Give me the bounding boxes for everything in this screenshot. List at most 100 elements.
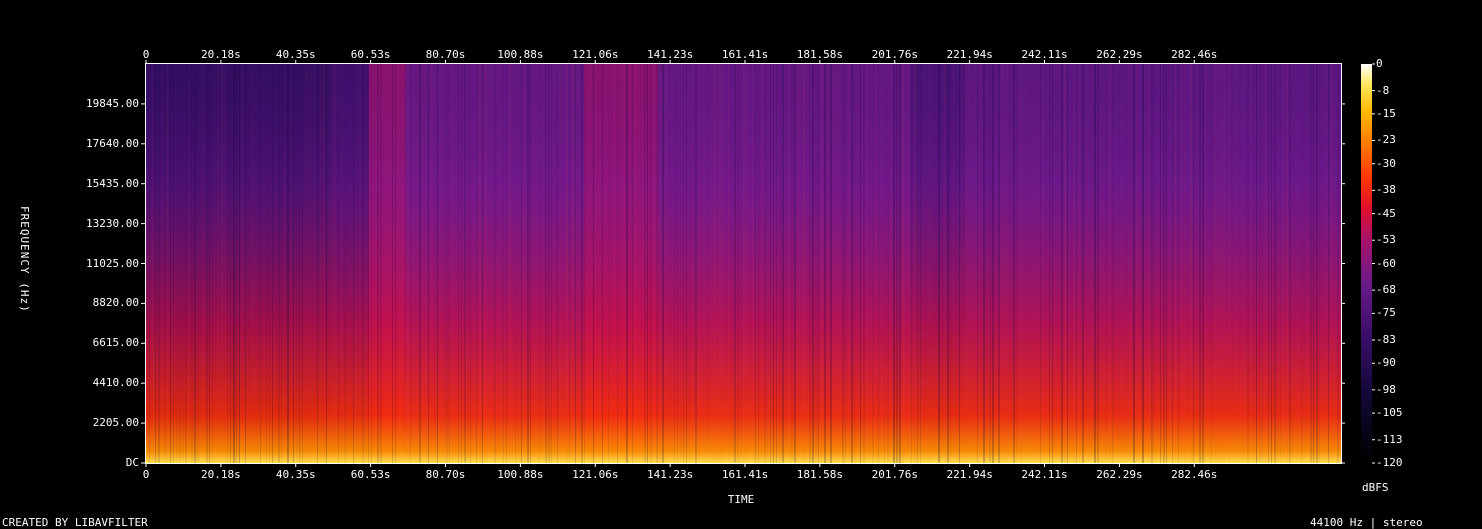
spectrogram-stripe (296, 64, 297, 463)
spectrogram-stripe (698, 64, 700, 463)
spectrogram-stripe (800, 64, 801, 463)
x-tick-label-top: 20.18s (201, 48, 241, 61)
x-tick-label-bottom: 242.11s (1021, 468, 1068, 481)
spectrogram-stripe (200, 64, 201, 463)
y-tick-label: 2205.00 (92, 416, 139, 430)
spectrogram-stripe (380, 64, 382, 463)
spectrogram-stripe (476, 64, 477, 463)
spectrogram-stripe (218, 64, 219, 463)
x-tick-label-top: 141.23s (646, 48, 694, 61)
spectrogram-stripe (227, 64, 228, 463)
spectrogram-stripe (872, 64, 874, 463)
spectrogram-stripe (1325, 64, 1327, 463)
spectrogram-stripe (203, 64, 204, 463)
spectrogram-stripe (920, 64, 921, 463)
spectrogram-stripe (575, 64, 576, 463)
spectrogram-stripe (839, 64, 840, 463)
spectrogram-stripe (785, 64, 786, 463)
spectrogram-stripe (293, 64, 294, 463)
spectrogram-stripe (1304, 64, 1306, 463)
spectrogram-stripe (362, 64, 364, 463)
spectrogram-stripe (1250, 64, 1251, 463)
spectrogram-stripe (506, 64, 507, 463)
spectrogram-stripe (890, 64, 891, 463)
spectrogram-stripe (803, 64, 805, 463)
spectrogram-stripe (1322, 64, 1323, 463)
spectrogram-stripe (272, 64, 273, 463)
spectrogram-stripe (704, 64, 706, 463)
spectrogram-stripe (215, 64, 216, 463)
spectrogram-stripe (182, 64, 184, 463)
spectrogram-stripe (1067, 64, 1068, 463)
spectrogram-stripe (1079, 64, 1080, 463)
spectrogram-stripe (1115, 64, 1116, 463)
spectrogram-stripe (1064, 64, 1066, 463)
spectrogram-stripe (524, 64, 525, 463)
spectrogram-stripe (518, 64, 519, 463)
spectrogram-stripe (500, 64, 502, 463)
spectrogram-stripe (260, 64, 261, 463)
spectrogram-stripe (623, 64, 625, 463)
colorbar-tick-label: -68 (1376, 283, 1396, 297)
spectrogram-stripe (620, 64, 621, 463)
spectrogram-stripe (1337, 64, 1339, 463)
spectrogram-stripe (1157, 64, 1158, 463)
spectrogram-stripe (788, 64, 790, 463)
spectrogram-stripe (1139, 64, 1141, 463)
spectrogram-stripe (224, 64, 226, 463)
spectrogram-stripe (398, 64, 400, 463)
spectrogram-stripe (758, 64, 759, 463)
spectrogram-stripe (521, 64, 522, 463)
spectrogram-stripe (539, 64, 540, 463)
spectrogram-stripe (1001, 64, 1003, 463)
spectrogram-stripe (950, 64, 951, 463)
spectrogram-stripe (341, 64, 343, 463)
spectrogram-stripe (1106, 64, 1107, 463)
spectrogram-stripe (317, 64, 318, 463)
colorbar-tick-label: -38 (1376, 183, 1396, 197)
x-tick-label-bottom: 100.88s (497, 468, 544, 481)
spectrogram-stripe (602, 64, 603, 463)
spectrogram-stripe (902, 64, 904, 463)
spectrogram-stripe (542, 64, 544, 463)
spectrogram-stripe (1169, 64, 1171, 463)
spectrogram-stripe (887, 64, 889, 463)
colorbar-tick-label: -83 (1376, 332, 1396, 346)
spectrogram-stripe (527, 64, 529, 463)
spectrogram-stripe (206, 64, 208, 463)
spectrogram-stripe (344, 64, 346, 463)
spectrogram-stripe (830, 64, 832, 463)
colorbar-tick-label: -113 (1376, 432, 1403, 446)
spectrogram-stripe (416, 64, 418, 463)
spectrogram-stripe (377, 64, 379, 463)
spectrogram-stripe (773, 64, 774, 463)
spectrogram-stripe (869, 64, 870, 463)
colorbar-tick-label: -75 (1376, 306, 1396, 320)
spectrogram-stripe (1313, 64, 1314, 463)
spectrogram-stripe (1145, 64, 1146, 463)
spectrogram-stripe (923, 64, 925, 463)
spectrogram-stripe (914, 64, 916, 463)
x-tick-label-top: 201.76s (871, 48, 918, 61)
spectrogram-stripe (176, 64, 178, 463)
colorbar-tick-label: -120 (1376, 456, 1403, 469)
y-tick-label: 17640.00 (86, 136, 139, 150)
spectrogram-stripe (683, 64, 684, 463)
spectrogram-stripe (680, 64, 681, 463)
spectrogram-stripe (167, 64, 168, 463)
spectrogram-stripe (1268, 64, 1269, 463)
spectrogram-stripe (1247, 64, 1249, 463)
spectrogram-stripe (1202, 64, 1204, 463)
spectrogram-stripe (1160, 64, 1161, 463)
spectrogram-stripe (791, 64, 793, 463)
spectrogram-stripe (305, 64, 307, 463)
spectrogram-stripe (629, 64, 631, 463)
x-tick-label-top: 181.58s (796, 48, 844, 61)
spectrogram-stripe (734, 64, 736, 463)
spectrogram-stripe (1319, 64, 1320, 463)
spectrogram-stripe (1022, 64, 1023, 463)
colorbar-title: dBFS (1362, 481, 1389, 494)
spectrogram-stripe (1172, 64, 1173, 463)
credit-text: CREATED BY LIBAVFILTER (2, 516, 148, 529)
spectrogram-stripe (1190, 64, 1192, 463)
